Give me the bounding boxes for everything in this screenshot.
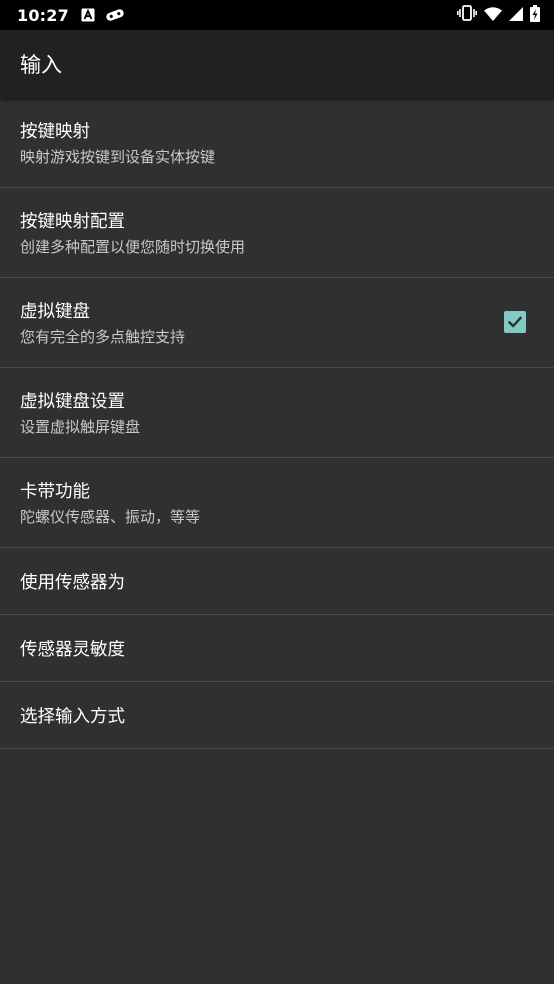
game-notification-icon — [105, 8, 125, 22]
vibrate-icon — [457, 5, 477, 25]
setting-virtual-keyboard[interactable]: 虚拟键盘 您有完全的多点触控支持 — [0, 278, 554, 368]
status-icons — [457, 0, 540, 30]
setting-cartridge-features[interactable]: 卡带功能 陀螺仪传感器、振动，等等 — [0, 458, 554, 548]
page-title: 输入 — [20, 53, 62, 77]
setting-subtitle: 映射游戏按键到设备实体按键 — [20, 148, 216, 166]
setting-title: 虚拟键盘设置 — [20, 392, 125, 412]
app-bar: 输入 — [0, 30, 554, 98]
setting-virtual-keyboard-settings[interactable]: 虚拟键盘设置 设置虚拟触屏键盘 — [0, 368, 554, 458]
setting-title: 卡带功能 — [20, 482, 90, 502]
setting-title: 按键映射 — [20, 122, 90, 142]
setting-subtitle: 创建多种配置以便您随时切换使用 — [20, 238, 246, 256]
setting-key-mapping[interactable]: 按键映射 映射游戏按键到设备实体按键 — [0, 98, 554, 188]
setting-key-mapping-config[interactable]: 按键映射配置 创建多种配置以便您随时切换使用 — [0, 188, 554, 278]
setting-title: 虚拟键盘 — [20, 302, 90, 322]
status-time: 10:27 — [17, 5, 69, 25]
setting-select-input-method[interactable]: 选择输入方式 — [0, 682, 554, 749]
wifi-icon — [484, 6, 502, 25]
setting-use-sensor-as[interactable]: 使用传感器为 — [0, 548, 554, 615]
setting-sensor-sensitivity[interactable]: 传感器灵敏度 — [0, 615, 554, 682]
battery-charging-icon — [530, 4, 540, 26]
status-bar: 10:27 — [0, 0, 554, 30]
a-notification-icon — [81, 8, 95, 22]
setting-title: 选择输入方式 — [20, 707, 125, 727]
setting-subtitle: 设置虚拟触屏键盘 — [20, 418, 141, 436]
setting-title: 按键映射配置 — [20, 212, 125, 232]
setting-subtitle: 您有完全的多点触控支持 — [20, 328, 186, 346]
setting-subtitle: 陀螺仪传感器、振动，等等 — [20, 508, 201, 526]
settings-list: 按键映射 映射游戏按键到设备实体按键 按键映射配置 创建多种配置以便您随时切换使… — [0, 98, 554, 749]
virtual-keyboard-checkbox[interactable] — [504, 311, 526, 333]
setting-title: 传感器灵敏度 — [20, 640, 125, 660]
signal-icon — [509, 6, 523, 25]
setting-title: 使用传感器为 — [20, 573, 125, 593]
check-icon — [507, 316, 523, 328]
